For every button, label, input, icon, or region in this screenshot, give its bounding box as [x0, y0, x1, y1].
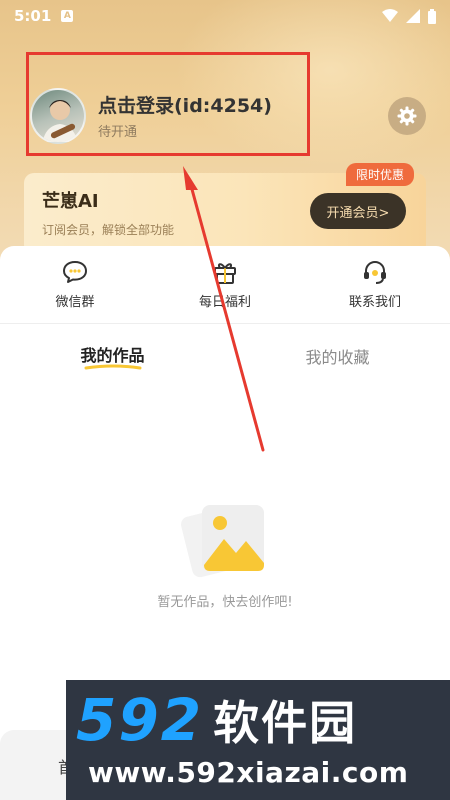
empty-state: 暂无作品，快去创作吧! — [0, 501, 450, 610]
vip-card[interactable]: 芒崽AI 订阅会员，解锁全部功能 限时优惠 开通会员> — [24, 163, 426, 255]
watermark-url: www.592xiazai.com — [88, 756, 409, 789]
gift-icon — [214, 263, 236, 284]
chat-icon — [63, 261, 87, 283]
daily-benefits-item[interactable]: 每日福利 — [150, 246, 300, 323]
tab-my-favorites[interactable]: 我的收藏 — [225, 324, 450, 388]
tab-my-works-label: 我的作品 — [80, 346, 145, 365]
open-vip-button[interactable]: 开通会员> — [310, 193, 406, 229]
wechat-group-item[interactable]: 微信群 — [0, 246, 150, 323]
headset-icon — [364, 260, 386, 284]
status-icons — [382, 8, 436, 24]
empty-message: 暂无作品，快去创作吧! — [157, 595, 293, 610]
promo-badge: 限时优惠 — [345, 163, 414, 186]
watermark-brand: 软件园 — [213, 696, 358, 750]
contact-us-item[interactable]: 联系我们 — [300, 246, 450, 323]
membership-status: 待开通 — [98, 124, 138, 140]
tab-my-favorites-label: 我的收藏 — [305, 348, 370, 367]
quick-actions: 微信群 每日福利 联系我们 — [0, 246, 450, 324]
status-bar: 5:01 A — [0, 0, 450, 32]
notification-icon: A — [61, 10, 74, 22]
wechat-group-label: 微信群 — [55, 295, 95, 310]
gear-icon — [397, 106, 417, 126]
status-time: 5:01 — [14, 7, 52, 25]
active-tab-underline — [84, 364, 141, 370]
work-tabs: 我的作品 我的收藏 — [0, 324, 450, 388]
image-placeholder-icon — [181, 505, 264, 578]
profile-section[interactable]: 点击登录(id:4254) 待开通 — [30, 88, 272, 144]
avatar[interactable] — [30, 88, 86, 144]
battery-icon — [428, 8, 436, 24]
signal-icon — [406, 9, 420, 23]
daily-benefits-label: 每日福利 — [198, 295, 251, 310]
watermark: 592 软件园 www.592xiazai.com — [66, 680, 450, 800]
settings-button[interactable] — [388, 97, 426, 135]
login-prompt[interactable]: 点击登录(id:4254) — [98, 93, 272, 119]
wifi-icon — [382, 9, 398, 22]
tab-my-works[interactable]: 我的作品 — [0, 324, 225, 388]
contact-us-label: 联系我们 — [348, 295, 401, 310]
watermark-number: 592 — [76, 686, 204, 754]
